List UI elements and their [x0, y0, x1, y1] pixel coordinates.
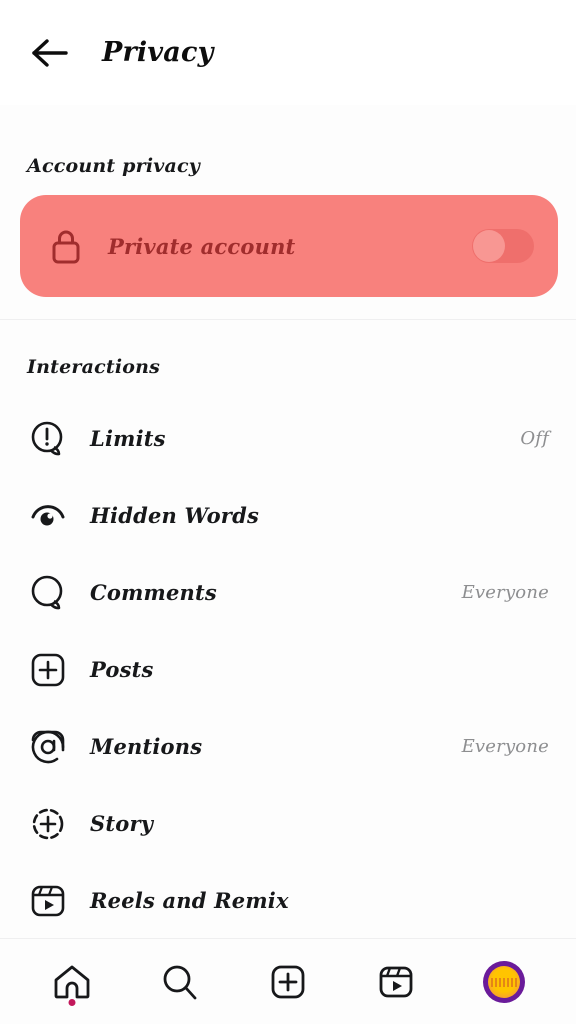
row-label: Story — [90, 811, 154, 836]
row-hidden-words[interactable]: Hidden Words — [0, 477, 576, 554]
row-value: Everyone — [461, 736, 549, 757]
at-square-icon — [27, 726, 69, 768]
row-label: Limits — [90, 426, 166, 451]
private-account-toggle[interactable] — [472, 229, 534, 263]
section-divider — [0, 319, 576, 320]
home-icon — [51, 961, 93, 1003]
avatar — [483, 960, 525, 1003]
row-comments[interactable]: Comments Everyone — [0, 554, 576, 631]
privacy-settings-screen: Privacy Account privacy Private account … — [0, 0, 576, 1024]
plus-square-icon — [267, 961, 309, 1003]
comment-bubble-icon — [27, 572, 69, 614]
row-label: Mentions — [90, 734, 203, 759]
lock-icon — [46, 226, 86, 266]
bottom-navigation-bar — [0, 938, 576, 1024]
row-reels-and-remix[interactable]: Reels and Remix — [0, 862, 576, 938]
section-label-interactions: Interactions — [27, 356, 161, 378]
row-value: Off — [520, 428, 549, 449]
interactions-list: Limits Off Hidden Words Comments Everyon… — [0, 400, 576, 938]
row-label: Hidden Words — [90, 503, 259, 528]
home-notification-dot — [68, 998, 76, 1006]
app-header: Privacy — [0, 0, 576, 105]
row-limits[interactable]: Limits Off — [0, 400, 576, 477]
reels-icon — [27, 880, 69, 922]
search-icon — [159, 961, 201, 1003]
eye-icon — [27, 495, 69, 537]
row-value: Everyone — [461, 582, 549, 603]
row-label: Posts — [90, 657, 154, 682]
nav-item-create[interactable] — [256, 950, 320, 1014]
nav-item-profile[interactable] — [472, 950, 536, 1014]
row-mentions[interactable]: Mentions Everyone — [0, 708, 576, 785]
section-label-account-privacy: Account privacy — [27, 155, 201, 177]
private-account-section: Private account — [0, 177, 576, 297]
row-story[interactable]: Story — [0, 785, 576, 862]
page-title: Privacy — [102, 37, 214, 68]
story-plus-icon — [27, 803, 69, 845]
nav-item-search[interactable] — [148, 950, 212, 1014]
back-button[interactable] — [24, 27, 76, 79]
row-label: Comments — [90, 580, 217, 605]
row-posts[interactable]: Posts — [0, 631, 576, 708]
plus-square-icon — [27, 649, 69, 691]
avatar-image — [488, 965, 520, 998]
arrow-left-icon — [30, 38, 70, 68]
exclamation-bubble-icon — [27, 418, 69, 460]
nav-item-reels[interactable] — [364, 950, 428, 1014]
toggle-knob — [473, 230, 505, 262]
private-account-row[interactable]: Private account — [20, 195, 558, 297]
row-label: Reels and Remix — [90, 888, 289, 913]
settings-content: Account privacy Private account Interact… — [0, 105, 576, 938]
private-account-label: Private account — [108, 233, 296, 259]
reels-icon — [375, 961, 417, 1003]
nav-item-home[interactable] — [40, 950, 104, 1014]
